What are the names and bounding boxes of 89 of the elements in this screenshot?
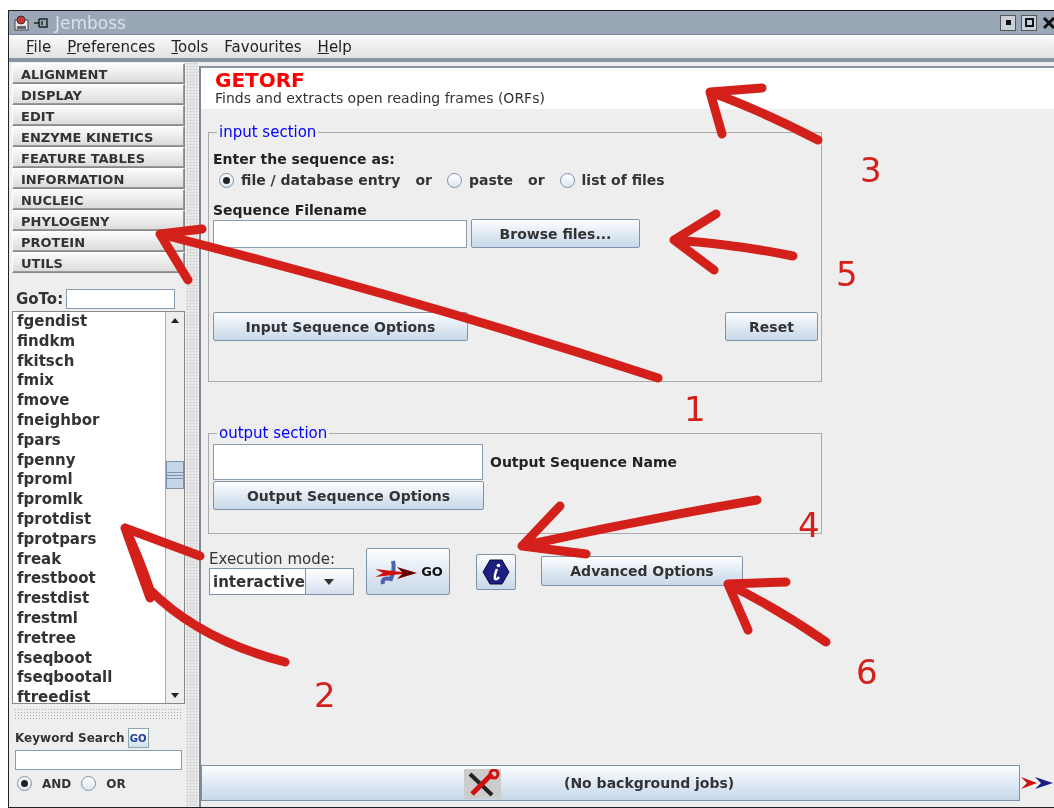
sequence-prompt: Enter the sequence as: xyxy=(213,151,395,167)
category-button[interactable]: NUCLEIC xyxy=(12,189,185,210)
section-title: input section xyxy=(218,123,318,141)
radio-button[interactable] xyxy=(559,172,575,188)
program-item[interactable]: frestdist xyxy=(17,589,165,609)
keyword-field[interactable] xyxy=(15,750,182,770)
or-label: or xyxy=(415,172,433,188)
category-button[interactable]: ALIGNMENT xyxy=(12,63,185,84)
category-button[interactable]: DISPLAY xyxy=(12,84,185,105)
program-item[interactable]: freak xyxy=(17,549,165,570)
output-name-label: Output Sequence Name xyxy=(490,454,678,470)
category-button[interactable]: FEATURE TABLES xyxy=(12,147,185,168)
program-item[interactable]: frestml xyxy=(17,608,165,629)
close-icon[interactable] xyxy=(1042,14,1054,31)
minimize-button[interactable] xyxy=(1000,14,1016,31)
goto-label: GoTo: xyxy=(15,289,64,308)
dropdown-icon xyxy=(323,577,336,586)
scroll-thumb[interactable] xyxy=(166,461,184,489)
menu-item[interactable]: Preferences xyxy=(67,37,156,56)
menu-item[interactable]: Tools xyxy=(171,37,209,56)
program-item[interactable]: fgendist xyxy=(17,312,165,332)
input-options-button[interactable]: Input Sequence Options xyxy=(213,312,468,341)
window-title: Jemboss xyxy=(55,12,127,33)
program-item[interactable]: frestboot xyxy=(17,569,165,590)
keyword-go-button[interactable]: GO xyxy=(127,728,149,748)
advanced-options-button[interactable]: Advanced Options xyxy=(541,556,743,586)
radio-label: OR xyxy=(106,776,126,791)
annotation-number: 1 xyxy=(684,392,706,426)
browse-button[interactable]: Browse files... xyxy=(471,219,640,248)
program-item[interactable]: fpenny xyxy=(17,450,165,471)
radio-button[interactable] xyxy=(219,172,234,188)
execution-mode-select[interactable]: interactive xyxy=(209,568,354,595)
app-icon xyxy=(13,13,31,32)
program-item[interactable]: fpromlk xyxy=(17,490,165,510)
radio-button[interactable] xyxy=(81,776,97,791)
radio-label: AND xyxy=(42,776,72,791)
filename-label: Sequence Filename xyxy=(213,202,367,218)
annotation-number: 3 xyxy=(860,153,882,187)
info-icon xyxy=(482,559,510,585)
program-list[interactable]: fgendist findkm fkitsch fmix fmove fneighbor fpars fpenny fproml fpromlk fprotdist fprotpars freak frestboot frestdist frestml fretree fseqboot fseqbootall ftreedist xyxy=(12,311,185,704)
status-text: (No background jobs) xyxy=(564,775,735,791)
program-item[interactable]: findkm xyxy=(17,331,165,352)
radio-label: file / database entry xyxy=(241,172,401,188)
category-button[interactable]: EDIT xyxy=(12,105,185,126)
program-item[interactable]: fprotdist xyxy=(17,509,165,530)
output-options-button[interactable]: Output Sequence Options xyxy=(213,481,484,510)
program-item[interactable]: fmix xyxy=(17,371,165,392)
program-item[interactable]: fpars xyxy=(17,430,165,451)
annotation-number: 5 xyxy=(836,257,858,291)
or-label: or xyxy=(528,172,545,188)
radio-button[interactable] xyxy=(17,776,32,791)
go-button[interactable]: GO xyxy=(366,548,450,595)
radio-label: list of files xyxy=(581,172,665,188)
execution-mode-label: Execution mode: xyxy=(209,550,336,568)
category-button[interactable]: ENZYME KINETICS xyxy=(12,126,185,147)
splitter[interactable] xyxy=(186,62,198,807)
keyword-search-label: Keyword Search xyxy=(15,731,125,745)
program-item[interactable]: ftreedist xyxy=(17,688,165,703)
output-name-field[interactable] xyxy=(213,444,483,480)
menu-item[interactable]: Favourites xyxy=(224,37,302,56)
annotation-number: 6 xyxy=(856,655,878,689)
menu-item[interactable]: File xyxy=(26,37,52,56)
program-name: GETORF xyxy=(215,70,306,90)
reset-button[interactable]: Reset xyxy=(725,312,818,341)
info-button[interactable] xyxy=(476,554,516,590)
menu-item[interactable]: Help xyxy=(317,37,352,56)
filename-field[interactable] xyxy=(213,219,467,248)
radio-label: paste xyxy=(469,172,514,188)
program-item[interactable]: fretree xyxy=(17,628,165,649)
tools-icon xyxy=(464,769,501,799)
category-button[interactable]: UTILS xyxy=(12,252,185,273)
pin-icon[interactable] xyxy=(33,15,49,30)
category-button[interactable]: PHYLOGENY xyxy=(12,210,185,231)
maximize-button[interactable] xyxy=(1021,14,1037,31)
program-item[interactable]: fproml xyxy=(17,470,165,491)
annotation-number: 4 xyxy=(798,508,820,542)
program-item[interactable]: fmove xyxy=(17,391,165,411)
scrollbar[interactable] xyxy=(165,312,184,703)
program-item[interactable]: fprotpars xyxy=(17,529,165,550)
program-description: Finds and extracts open reading frames (ORFs) xyxy=(215,90,546,106)
program-item[interactable]: fseqbootall xyxy=(17,668,165,689)
goto-field[interactable] xyxy=(66,288,176,309)
program-item[interactable]: fseqboot xyxy=(17,648,165,669)
category-button[interactable]: INFORMATION xyxy=(12,168,185,189)
radio-button[interactable] xyxy=(447,172,463,188)
annotation-number: 2 xyxy=(314,678,336,712)
program-item[interactable]: fkitsch xyxy=(17,351,165,372)
section-title: output section xyxy=(218,424,329,442)
program-item[interactable]: fneighbor xyxy=(17,411,165,431)
